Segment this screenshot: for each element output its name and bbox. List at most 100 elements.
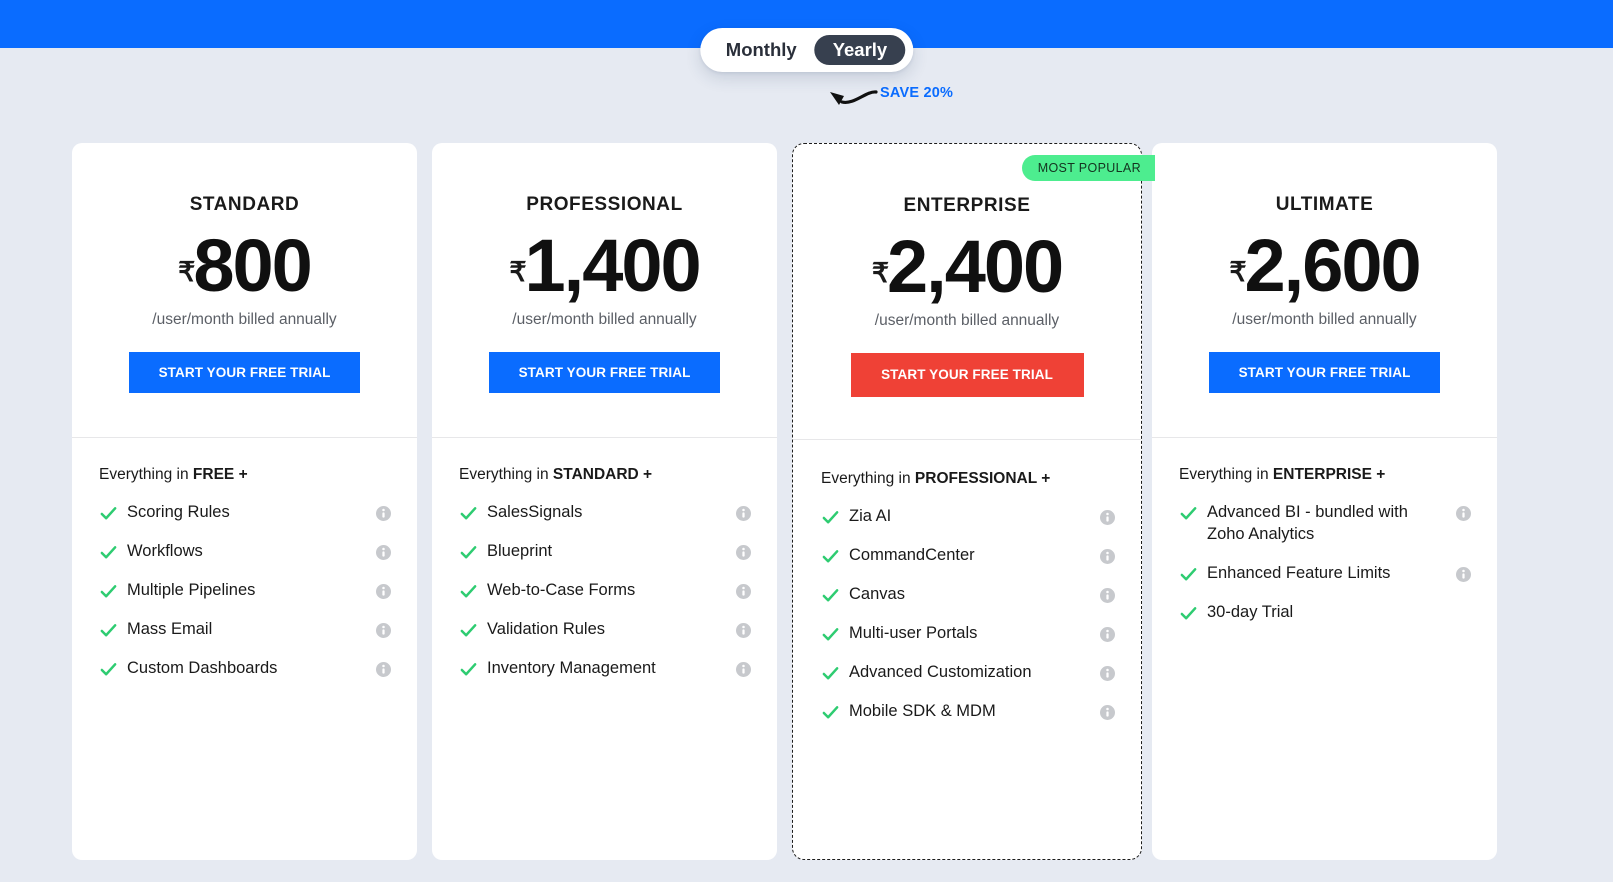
feature-label: CommandCenter	[849, 546, 975, 565]
everything-prefix: Everything in	[459, 465, 553, 483]
card-divider	[72, 436, 417, 438]
info-icon[interactable]	[1100, 510, 1115, 526]
feature-label: Advanced BI - bundled with Zoho Analytic…	[1207, 503, 1408, 544]
start-free-trial-button[interactable]: START YOUR FREE TRIAL	[850, 352, 1084, 397]
info-icon[interactable]	[1100, 549, 1115, 565]
price-row: ₹ 800	[72, 224, 417, 302]
feature-item: Web-to-Case Forms	[459, 580, 751, 602]
check-icon	[100, 662, 117, 676]
currency-symbol: ₹	[871, 258, 889, 288]
pricing-card-standard: STANDARD ₹ 800 /user/month billed annual…	[72, 143, 417, 860]
features-list: Everything in STANDARD + SalesSignals Bl…	[432, 438, 777, 861]
price-amount: 1,400	[524, 223, 702, 307]
everything-in-label: Everything in PROFESSIONAL +	[821, 470, 1115, 489]
feature-item: Custom Dashboards	[99, 658, 391, 680]
check-icon	[460, 546, 477, 559]
info-icon[interactable]	[1456, 566, 1471, 582]
feature-label: SalesSignals	[487, 503, 583, 522]
price-amount: 2,600	[1244, 223, 1422, 307]
everything-plan: PROFESSIONAL	[914, 469, 1037, 487]
check-icon	[822, 666, 839, 680]
start-free-trial-button[interactable]: START YOUR FREE TRIAL	[1209, 351, 1440, 393]
info-icon[interactable]	[376, 506, 391, 522]
billing-note: /user/month billed annually	[1232, 311, 1417, 328]
everything-plan: ENTERPRISE	[1272, 465, 1372, 483]
info-icon[interactable]	[1100, 704, 1115, 720]
everything-prefix: Everything in	[821, 469, 915, 487]
price-row: ₹ 2,600	[1152, 223, 1497, 307]
pricing-cards-container: STANDARD ₹ 800 /user/month billed annual…	[0, 143, 1613, 863]
check-icon	[1180, 606, 1197, 620]
feature-item: Zia AI	[821, 506, 1115, 528]
billing-period-toggle[interactable]: Monthly Yearly	[699, 28, 914, 72]
feature-item: Enhanced Feature Limits	[1179, 563, 1471, 585]
save-annotation: SAVE 20%	[822, 78, 953, 108]
info-icon[interactable]	[736, 506, 751, 522]
price-amount: 2,400	[887, 224, 1064, 308]
most-popular-badge: MOST POPULAR	[1021, 155, 1155, 182]
info-icon[interactable]	[376, 661, 391, 677]
feature-label: Zia AI	[849, 507, 892, 526]
feature-item: Scoring Rules	[99, 502, 391, 524]
info-icon[interactable]	[1100, 665, 1115, 681]
info-icon[interactable]	[736, 545, 751, 561]
feature-item: Mass Email	[99, 619, 391, 641]
toggle-track[interactable]: Monthly Yearly	[699, 28, 914, 72]
check-icon	[100, 623, 117, 637]
check-icon	[1180, 568, 1197, 581]
info-icon[interactable]	[736, 661, 751, 677]
check-icon	[822, 627, 839, 641]
feature-item: Validation Rules	[459, 619, 751, 641]
features-list: Everything in PROFESSIONAL + Zia AI Comm…	[793, 440, 1141, 860]
everything-suffix: +	[1036, 469, 1051, 487]
feature-item: 30-day Trial	[1179, 602, 1471, 624]
everything-prefix: Everything in	[99, 465, 193, 483]
info-icon[interactable]	[376, 622, 391, 638]
info-icon[interactable]	[1100, 587, 1115, 603]
everything-in-label: Everything in ENTERPRISE +	[1179, 466, 1471, 485]
billing-note: /user/month billed annually	[152, 311, 337, 328]
feature-label: Canvas	[849, 584, 905, 603]
price-row: ₹ 2,400	[793, 224, 1141, 308]
feature-item: SalesSignals	[459, 502, 751, 524]
feature-label: Workflows	[127, 542, 203, 561]
currency-symbol: ₹	[178, 257, 196, 287]
toggle-option-monthly[interactable]: Monthly	[708, 35, 815, 66]
start-free-trial-button[interactable]: START YOUR FREE TRIAL	[489, 351, 720, 393]
billing-note: /user/month billed annually	[874, 312, 1060, 329]
info-icon[interactable]	[736, 622, 751, 638]
info-icon[interactable]	[376, 545, 391, 561]
info-icon[interactable]	[1456, 506, 1471, 522]
feature-item: Inventory Management	[459, 658, 751, 680]
everything-prefix: Everything in	[1179, 465, 1273, 483]
feature-label: Validation Rules	[487, 619, 606, 638]
info-icon[interactable]	[1100, 626, 1115, 642]
everything-suffix: +	[1371, 465, 1386, 483]
feature-label: Web-to-Case Forms	[487, 580, 636, 599]
check-icon	[460, 507, 477, 520]
everything-plan: FREE	[192, 465, 235, 483]
features-list: Everything in FREE + Scoring Rules Workf…	[72, 438, 417, 861]
card-header: PROFESSIONAL ₹ 1,400 /user/month billed …	[432, 143, 777, 438]
info-icon[interactable]	[736, 583, 751, 599]
everything-in-label: Everything in STANDARD +	[459, 466, 751, 485]
feature-item: Multiple Pipelines	[99, 580, 391, 602]
pricing-card-enterprise: MOST POPULAR ENTERPRISE ₹ 2,400 /user/mo…	[792, 143, 1155, 860]
currency-symbol: ₹	[509, 257, 527, 287]
feature-item: CommandCenter	[821, 545, 1115, 567]
feature-label: Mass Email	[127, 619, 213, 638]
toggle-option-yearly[interactable]: Yearly	[814, 34, 906, 66]
check-icon	[460, 662, 477, 676]
feature-label: 30-day Trial	[1207, 602, 1294, 621]
check-icon	[460, 623, 477, 637]
check-icon	[1180, 507, 1197, 520]
feature-item: Workflows	[99, 541, 391, 563]
info-icon[interactable]	[376, 583, 391, 599]
currency-symbol: ₹	[1229, 257, 1247, 287]
plan-name: STANDARD	[189, 194, 300, 215]
pricing-card-professional: PROFESSIONAL ₹ 1,400 /user/month billed …	[432, 143, 777, 860]
start-free-trial-button[interactable]: START YOUR FREE TRIAL	[129, 351, 360, 393]
pricing-card-ultimate: ULTIMATE ₹ 2,600 /user/month billed annu…	[1152, 143, 1497, 860]
plan-name: ENTERPRISE	[903, 195, 1031, 216]
check-icon	[822, 550, 839, 563]
